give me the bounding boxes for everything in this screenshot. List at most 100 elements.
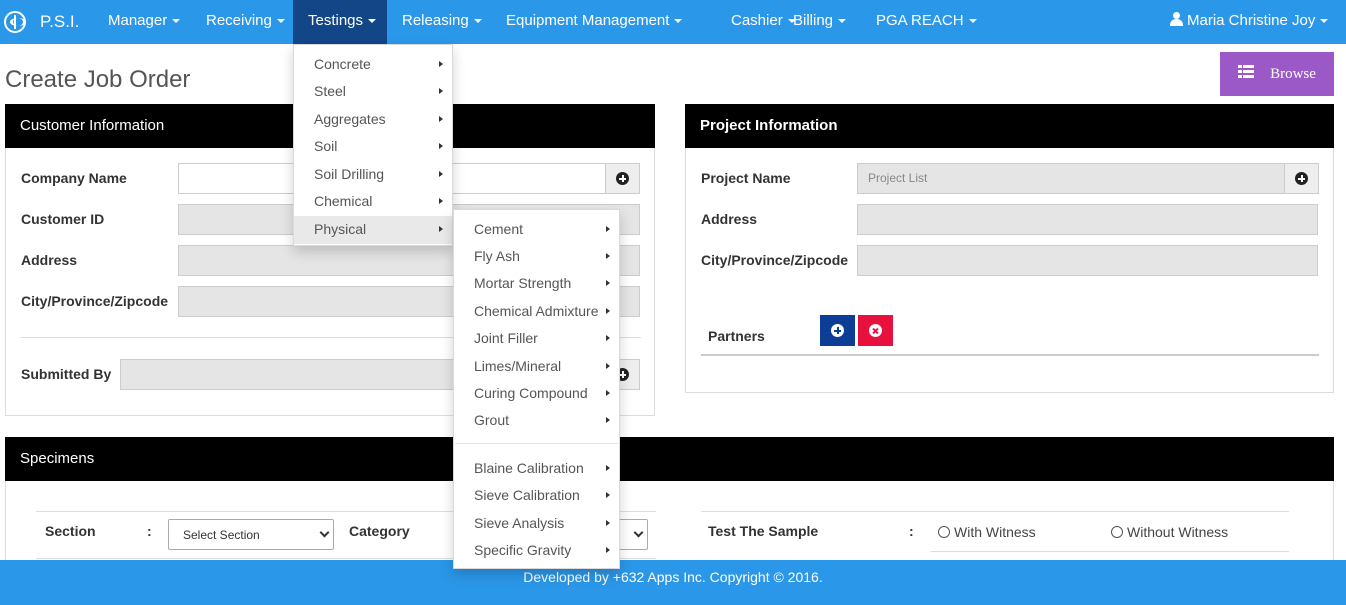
caret-right-icon <box>606 363 610 369</box>
nav-testings[interactable]: Testings <box>293 0 387 44</box>
section-colon: : <box>147 523 152 539</box>
menu-item-label: Soil Drilling <box>314 166 385 182</box>
section-select[interactable]: Select Section <box>168 519 334 550</box>
specimens-panel-header: Specimens <box>5 437 1334 481</box>
caret-right-icon <box>606 465 610 471</box>
customer-id-label: Customer ID <box>21 211 105 227</box>
menu-item-aggregates[interactable]: Aggregates <box>294 106 452 133</box>
menu-item-label: Sieve Calibration <box>474 487 580 503</box>
project-name-label: Project Name <box>701 170 791 186</box>
menu-item-label: Aggregates <box>314 111 386 127</box>
nav-manager[interactable]: Manager <box>97 0 191 44</box>
caret-right-icon <box>439 198 443 204</box>
project-panel-header: Project Information <box>685 104 1334 148</box>
section-label: Section <box>45 523 96 539</box>
submenu-item-cement[interactable]: Cement <box>454 216 619 243</box>
menu-item-label: Chemical Admixture <box>474 303 599 319</box>
submenu-item-curing-compound[interactable]: Curing Compound <box>454 380 619 407</box>
plus-circle-icon <box>616 172 629 185</box>
nav-cashier-label: Cashier <box>731 12 783 29</box>
caret-right-icon <box>606 253 610 259</box>
menu-item-label: Blaine Calibration <box>474 460 584 476</box>
page-title: Create Job Order <box>5 66 191 93</box>
plus-circle-icon <box>1295 172 1308 185</box>
divider <box>701 354 1319 356</box>
remove-partner-button[interactable] <box>858 315 893 346</box>
physical-submenu: Cement Fly Ash Mortar Strength Chemical … <box>453 209 620 569</box>
without-witness-radio[interactable] <box>1111 526 1123 538</box>
user-name: Maria Christine Joy <box>1187 12 1316 29</box>
project-city-label: City/Province/Zipcode <box>701 252 849 268</box>
menu-item-concrete[interactable]: Concrete <box>294 51 452 78</box>
menu-item-soil-drilling[interactable]: Soil Drilling <box>294 161 452 188</box>
chevron-down-icon <box>633 527 644 538</box>
project-name-field[interactable]: Project List <box>857 163 1285 194</box>
nav-releasing[interactable]: Releasing <box>391 0 493 44</box>
menu-item-chemical[interactable]: Chemical <box>294 188 452 215</box>
submenu-item-blaine-calibration[interactable]: Blaine Calibration <box>454 455 619 482</box>
nav-pga-reach[interactable]: PGA REACH <box>865 0 988 44</box>
caret-right-icon <box>606 492 610 498</box>
menu-item-label: Limes/Mineral <box>474 358 562 374</box>
menu-item-label: Specific Gravity <box>474 542 572 558</box>
brand[interactable]: P.S.I. <box>4 0 79 44</box>
top-navbar: P.S.I. Manager Receiving Testings Releas… <box>0 0 1346 44</box>
nav-receiving[interactable]: Receiving <box>195 0 296 44</box>
menu-item-label: Chemical <box>314 193 373 209</box>
caret-right-icon <box>606 520 610 526</box>
company-name-label: Company Name <box>21 170 127 186</box>
menu-item-steel[interactable]: Steel <box>294 78 452 105</box>
add-partner-button[interactable] <box>820 315 855 346</box>
submenu-item-specific-gravity[interactable]: Specific Gravity <box>454 537 619 564</box>
menu-item-label: Fly Ash <box>474 248 520 264</box>
add-project-button[interactable] <box>1284 163 1319 194</box>
add-company-button[interactable] <box>605 163 640 194</box>
project-panel: Project Information Project Name Project… <box>685 104 1334 393</box>
submenu-item-mortar-strength[interactable]: Mortar Strength <box>454 270 619 297</box>
menu-item-label: Mortar Strength <box>474 275 572 291</box>
menu-item-label: Cement <box>474 221 524 237</box>
caret-right-icon <box>439 226 443 232</box>
nav-testings-label: Testings <box>308 12 364 29</box>
menu-divider <box>455 443 618 444</box>
divider <box>701 511 1289 512</box>
submenu-item-limes-mineral[interactable]: Limes/Mineral <box>454 353 619 380</box>
test-sample-label: Test The Sample <box>708 523 819 539</box>
caret-right-icon <box>606 280 610 286</box>
nav-billing[interactable]: Billing <box>782 0 857 44</box>
list-icon <box>1238 64 1255 78</box>
nav-equipment-label: Equipment Management <box>506 12 670 29</box>
submenu-item-sieve-analysis[interactable]: Sieve Analysis <box>454 510 619 537</box>
nav-billing-label: Billing <box>793 12 834 29</box>
nav-releasing-label: Releasing <box>402 12 469 29</box>
test-sample-colon: : <box>909 523 914 539</box>
submenu-item-joint-filler[interactable]: Joint Filler <box>454 325 619 352</box>
submenu-item-grout[interactable]: Grout <box>454 407 619 434</box>
menu-item-label: Curing Compound <box>474 385 588 401</box>
category-label: Category <box>349 523 410 539</box>
section-select-value: Select Section <box>183 528 260 542</box>
caret-right-icon <box>439 88 443 94</box>
menu-item-physical[interactable]: Physical <box>294 216 452 244</box>
nav-user-menu[interactable]: Maria Christine Joy <box>1169 0 1329 44</box>
customer-address-label: Address <box>21 252 78 268</box>
project-city-field[interactable] <box>857 245 1318 276</box>
caret-right-icon <box>606 335 610 341</box>
browse-label: Browse <box>1270 65 1316 82</box>
caret-down-icon <box>1320 19 1329 24</box>
menu-item-label: Physical <box>314 221 367 237</box>
caret-right-icon <box>439 171 443 177</box>
with-witness-radio[interactable] <box>938 526 950 538</box>
submenu-item-sieve-calibration[interactable]: Sieve Calibration <box>454 482 619 509</box>
nav-equipment-management[interactable]: Equipment Management <box>495 0 693 44</box>
project-address-label: Address <box>701 211 758 227</box>
submenu-item-fly-ash[interactable]: Fly Ash <box>454 243 619 270</box>
caret-down-icon <box>276 19 285 24</box>
project-address-field[interactable] <box>857 204 1318 235</box>
submenu-item-chemical-admixture[interactable]: Chemical Admixture <box>454 298 619 325</box>
plus-circle-icon <box>831 324 844 337</box>
browse-button[interactable]: Browse <box>1220 52 1334 96</box>
user-icon <box>1169 12 1183 26</box>
menu-item-soil[interactable]: Soil <box>294 133 452 160</box>
caret-right-icon <box>606 390 610 396</box>
